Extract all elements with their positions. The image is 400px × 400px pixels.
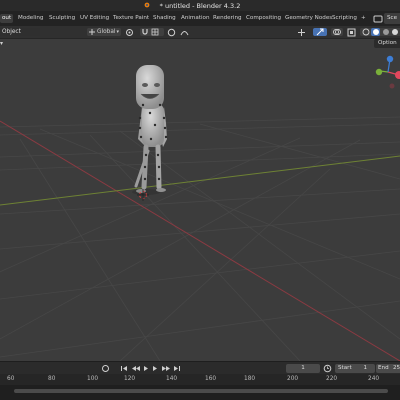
- jump-start-icon: [121, 366, 122, 371]
- add-workspace-button[interactable]: +: [359, 14, 368, 23]
- ruler-tick-label: 200: [287, 376, 299, 382]
- record-keyframe-icon[interactable]: [101, 364, 110, 373]
- scene-name-field[interactable]: Sce: [384, 13, 400, 24]
- play-icon: [153, 366, 157, 371]
- object-mode-dropdown[interactable]: Object: [0, 28, 40, 36]
- solid-shading-button[interactable]: [371, 28, 380, 36]
- falloff-icon[interactable]: [180, 28, 189, 37]
- pivot-point-icon[interactable]: [125, 28, 134, 37]
- show-gizmo-toggle[interactable]: [313, 28, 327, 36]
- gizmo-z-axis-icon[interactable]: [386, 55, 394, 63]
- orientation-label: Global: [97, 29, 116, 35]
- clock-icon[interactable]: [323, 364, 332, 373]
- snap-grid-icon: [151, 28, 159, 36]
- solid-shading-icon: [372, 29, 379, 35]
- viewport-header: Object Global ▾: [0, 26, 400, 39]
- start-frame-field[interactable]: Start 1: [335, 364, 375, 373]
- ruler-tick-label: 220: [326, 376, 338, 382]
- workspace-tabs-bar: out Modeling Sculpting UV Editing Textur…: [0, 11, 400, 26]
- overlays-icon: [333, 29, 341, 35]
- end-frame-field[interactable]: End 25: [376, 364, 400, 373]
- start-label: Start: [338, 365, 352, 371]
- end-label: End: [378, 365, 389, 371]
- view-object-types-icon[interactable]: [297, 28, 306, 37]
- rendered-shading-icon[interactable]: [391, 28, 399, 36]
- title-bar: * untitled - Blender 4.3.2: [0, 0, 400, 11]
- snap-dropdown[interactable]: [140, 28, 164, 36]
- ruler-tick-label: 100: [87, 376, 99, 382]
- viewport-canvas: [0, 55, 400, 361]
- playback-controls[interactable]: [120, 364, 210, 373]
- end-value: 25: [393, 365, 400, 371]
- scene-icon: [373, 15, 383, 23]
- xray-toggle-icon[interactable]: [347, 28, 356, 37]
- jump-end-icon: [179, 366, 180, 371]
- ruler-tick-label: 240: [368, 376, 380, 382]
- x-axis-line: [0, 120, 400, 361]
- orientation-dropdown[interactable]: Global ▾: [87, 28, 121, 36]
- ruler-tick-label: 120: [124, 376, 136, 382]
- timeline-scrollbar[interactable]: [0, 385, 400, 400]
- show-overlays-toggle[interactable]: [331, 28, 343, 36]
- rigged-character-model[interactable]: [132, 65, 168, 195]
- proportional-editing-icon[interactable]: [167, 28, 176, 37]
- timeline-frame-ruler[interactable]: 60 80 100 120 140 160 180 200 220 240: [0, 374, 400, 385]
- mode-label: Object: [2, 29, 21, 35]
- tab-shading[interactable]: Shading: [151, 14, 178, 23]
- next-keyframe-icon: [162, 366, 170, 371]
- wireframe-shading-icon[interactable]: [362, 28, 370, 36]
- gizmo-y-axis-icon[interactable]: [375, 68, 383, 76]
- ruler-tick-label: 140: [166, 376, 178, 382]
- tab-compositing[interactable]: Compositing: [244, 14, 283, 23]
- tab-rendering[interactable]: Rendering: [211, 14, 244, 23]
- prev-keyframe-icon: [132, 366, 140, 371]
- tab-geometry-nodes[interactable]: Geometry Nodes: [283, 14, 334, 23]
- timeline-header: 1 Start 1 End 25: [0, 361, 400, 375]
- y-axis-line: [0, 155, 400, 206]
- tab-texture-paint[interactable]: Texture Paint: [111, 14, 151, 23]
- ruler-tick-label: 180: [244, 376, 256, 382]
- start-value: 1: [363, 365, 367, 371]
- toolbar-expand-chevron-icon[interactable]: ▾: [0, 40, 9, 47]
- tab-uv-editing[interactable]: UV Editing: [78, 14, 111, 23]
- gizmo-x-axis-icon[interactable]: [395, 71, 400, 79]
- shading-mode-selector[interactable]: [360, 28, 400, 36]
- 3d-viewport[interactable]: Option ▾: [0, 39, 400, 361]
- ruler-tick-label: 80: [48, 376, 56, 382]
- current-frame-field[interactable]: 1: [286, 364, 320, 373]
- global-axes-icon: [89, 29, 95, 35]
- scrollbar-thumb[interactable]: [14, 389, 388, 393]
- floor-grid: [0, 116, 400, 361]
- magnet-icon: [142, 29, 148, 35]
- scene-selector[interactable]: Sce: [373, 13, 400, 24]
- tab-modeling[interactable]: Modeling: [16, 14, 45, 23]
- tab-sculpting[interactable]: Sculpting: [47, 14, 77, 23]
- navigation-gizmo[interactable]: [375, 55, 400, 89]
- chevron-down-icon: ▾: [116, 29, 119, 35]
- tab-scripting[interactable]: Scripting: [330, 14, 359, 23]
- window-title: * untitled - Blender 4.3.2: [159, 2, 241, 10]
- play-reverse-icon: [144, 366, 148, 371]
- ruler-tick-label: 160: [205, 376, 217, 382]
- gizmo-icon: [316, 28, 324, 36]
- ruler-tick-label: 60: [7, 376, 15, 382]
- tab-layout[interactable]: out: [0, 14, 14, 23]
- material-shading-icon[interactable]: [382, 28, 390, 36]
- options-button[interactable]: Option: [374, 39, 400, 48]
- tab-animation[interactable]: Animation: [179, 14, 212, 23]
